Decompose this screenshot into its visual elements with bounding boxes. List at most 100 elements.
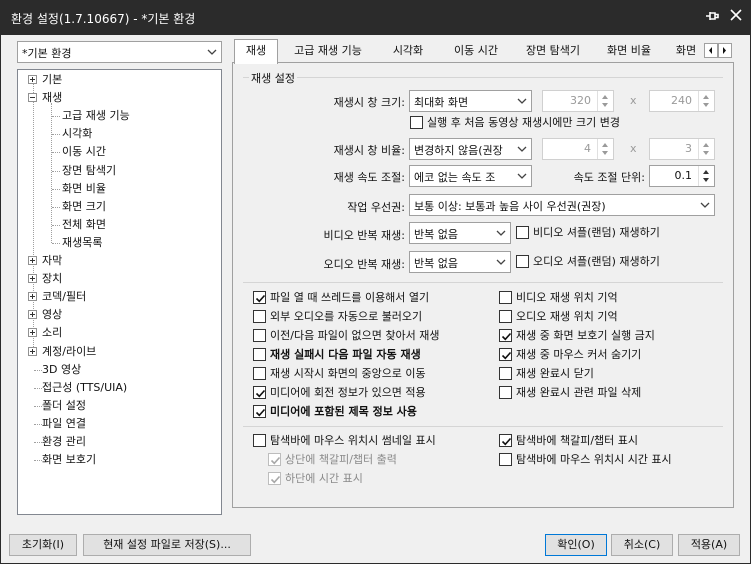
- ok-button[interactable]: 확인(O): [545, 534, 607, 556]
- tree-item[interactable]: 화면 보호기: [42, 451, 96, 468]
- group-title: 재생 설정: [249, 70, 297, 86]
- priority-label: 작업 우선권:: [347, 201, 405, 214]
- ratio-height-value: 3: [685, 142, 692, 155]
- pin-icon[interactable]: [703, 9, 721, 27]
- preset-select[interactable]: *기본 환경: [17, 41, 222, 63]
- tree-item[interactable]: 재생목록: [62, 234, 102, 251]
- tree-item[interactable]: 재생: [42, 89, 62, 106]
- tree-item[interactable]: 장면 탐색기: [62, 162, 116, 179]
- tree-connector: [34, 387, 42, 389]
- tab-advanced-playback[interactable]: 고급 재생 기능: [282, 41, 374, 63]
- window-height-spinner[interactable]: 240: [649, 90, 715, 112]
- save-as-button[interactable]: 현재 설정 파일로 저장(S)...: [83, 534, 251, 556]
- tree-item[interactable]: 화면 비율: [62, 180, 106, 197]
- tab-screen[interactable]: 화면: [670, 41, 702, 63]
- ratio-height-spinner[interactable]: 3: [649, 138, 715, 160]
- tree-item[interactable]: 계정/라이브: [42, 343, 96, 360]
- video-repeat-value: 반복 없음: [414, 228, 458, 241]
- tree-connector: [52, 170, 60, 172]
- tree-item[interactable]: 장치: [42, 270, 62, 287]
- tab-scroll-right-icon[interactable]: [718, 43, 732, 58]
- chevron-down-icon: [513, 139, 531, 159]
- audio-repeat-select[interactable]: 반복 없음: [409, 251, 511, 273]
- window-width-spinner[interactable]: 320: [542, 90, 614, 112]
- speed-label: 재생 속도 조절:: [333, 171, 405, 184]
- window-ratio-label: 재생시 창 비율:: [333, 144, 405, 157]
- window-ratio-select[interactable]: 변경하지 않음(권장: [409, 138, 532, 160]
- times-sign: x: [630, 142, 637, 155]
- tree-connector: [34, 405, 42, 407]
- tree-connector: [52, 116, 60, 118]
- audio-repeat-value: 반복 없음: [414, 257, 458, 270]
- tree-item[interactable]: 소리: [42, 324, 62, 341]
- tree-item[interactable]: 고급 재생 기능: [62, 107, 130, 124]
- expand-icon[interactable]: [28, 75, 37, 84]
- tree-connector: [52, 152, 60, 154]
- expand-icon[interactable]: [28, 292, 37, 302]
- tree-item[interactable]: 파일 연결: [42, 415, 86, 432]
- collapse-icon[interactable]: [28, 93, 37, 103]
- expand-icon[interactable]: [28, 256, 37, 265]
- window-ratio-value: 변경하지 않음(권장: [414, 144, 503, 157]
- settings-panel: 재생 설정 재생시 창 크기: 최대화 화면 320 x 240 실행 후 처음…: [232, 62, 734, 508]
- priority-value: 보통 이상: 보통과 높음 사이 우선권(권장): [414, 200, 606, 213]
- title-bar: 환경 설정(1.7.10667) - *기본 환경: [1, 1, 750, 35]
- expand-icon[interactable]: [28, 274, 37, 284]
- category-tree[interactable]: 기본 재생 고급 재생 기능 시각화 이동 시간장면 탐색기 화면 비율 화면 크기 전체 화…: [17, 69, 222, 515]
- ratio-width-spinner[interactable]: 4: [542, 138, 614, 160]
- chevron-down-icon: [513, 166, 531, 186]
- tree-item[interactable]: 영상: [42, 306, 62, 323]
- tree-connector: [52, 206, 60, 208]
- tree-item[interactable]: 전체 화면: [62, 216, 106, 233]
- tab-jump-time[interactable]: 이동 시간: [441, 41, 511, 63]
- tree-connector: [51, 103, 52, 243]
- chevron-down-icon: [513, 91, 531, 111]
- video-repeat-label: 비디오 반복 재생:: [323, 229, 405, 242]
- expand-icon[interactable]: [28, 328, 37, 338]
- tab-scroll-left-icon[interactable]: [704, 43, 718, 58]
- preset-value: *기본 환경: [22, 47, 72, 60]
- tree-item[interactable]: 폴더 설정: [42, 397, 86, 414]
- speed-unit-label: 속도 조절 단위:: [573, 171, 645, 184]
- tree-connector: [34, 460, 42, 462]
- expand-icon[interactable]: [28, 346, 37, 356]
- cancel-button[interactable]: 취소(C): [611, 534, 673, 556]
- speed-unit-spinner[interactable]: 0.1: [649, 165, 715, 187]
- apply-button[interactable]: 적용(A): [678, 534, 740, 556]
- audio-repeat-label: 오디오 반복 재생:: [323, 258, 405, 271]
- close-icon[interactable]: [727, 9, 745, 27]
- window-size-select[interactable]: 최대화 화면: [409, 90, 532, 112]
- speed-unit-value: 0.1: [674, 169, 693, 182]
- tree-item[interactable]: 이동 시간: [62, 143, 106, 160]
- tree-item[interactable]: 기본: [42, 71, 62, 88]
- tree-item[interactable]: 시각화: [62, 125, 92, 142]
- tab-scene-explorer[interactable]: 장면 탐색기: [515, 41, 591, 63]
- chevron-down-icon: [492, 252, 510, 272]
- video-repeat-select[interactable]: 반복 없음: [409, 222, 511, 244]
- window-size-value: 최대화 화면: [414, 96, 469, 109]
- speed-select[interactable]: 에코 없는 속도 조: [409, 165, 532, 187]
- tab-aspect-ratio[interactable]: 화면 비율: [596, 41, 662, 63]
- window-height-value: 240: [671, 94, 692, 107]
- tree-item[interactable]: 3D 영상: [42, 361, 81, 378]
- tab-playback[interactable]: 재생: [234, 39, 278, 64]
- tab-visualization[interactable]: 시각화: [377, 41, 439, 63]
- tree-connector: [34, 423, 42, 425]
- tree-item[interactable]: 접근성 (TTS/UIA): [42, 379, 127, 396]
- tree-item[interactable]: 자막: [42, 252, 62, 269]
- tab-strip: 재생 고급 재생 기능 시각화 이동 시간 장면 탐색기 화면 비율 화면: [234, 39, 734, 64]
- window-title: 환경 설정(1.7.10667) - *기본 환경: [11, 12, 196, 26]
- priority-select[interactable]: 보통 이상: 보통과 높음 사이 우선권(권장): [409, 194, 715, 216]
- section-divider: [243, 426, 723, 427]
- reset-button[interactable]: 초기화(I): [9, 534, 77, 556]
- speed-value: 에코 없는 속도 조: [414, 171, 496, 184]
- tree-connector: [52, 224, 60, 226]
- chevron-down-icon: [696, 195, 714, 215]
- expand-icon[interactable]: [28, 310, 37, 320]
- tree-item[interactable]: 코덱/필터: [42, 288, 86, 305]
- tree-connector: [52, 134, 60, 136]
- tree-connector: [52, 188, 60, 190]
- tree-connector: [34, 369, 42, 371]
- tree-item[interactable]: 화면 크기: [62, 198, 106, 215]
- tree-item[interactable]: 환경 관리: [42, 433, 86, 450]
